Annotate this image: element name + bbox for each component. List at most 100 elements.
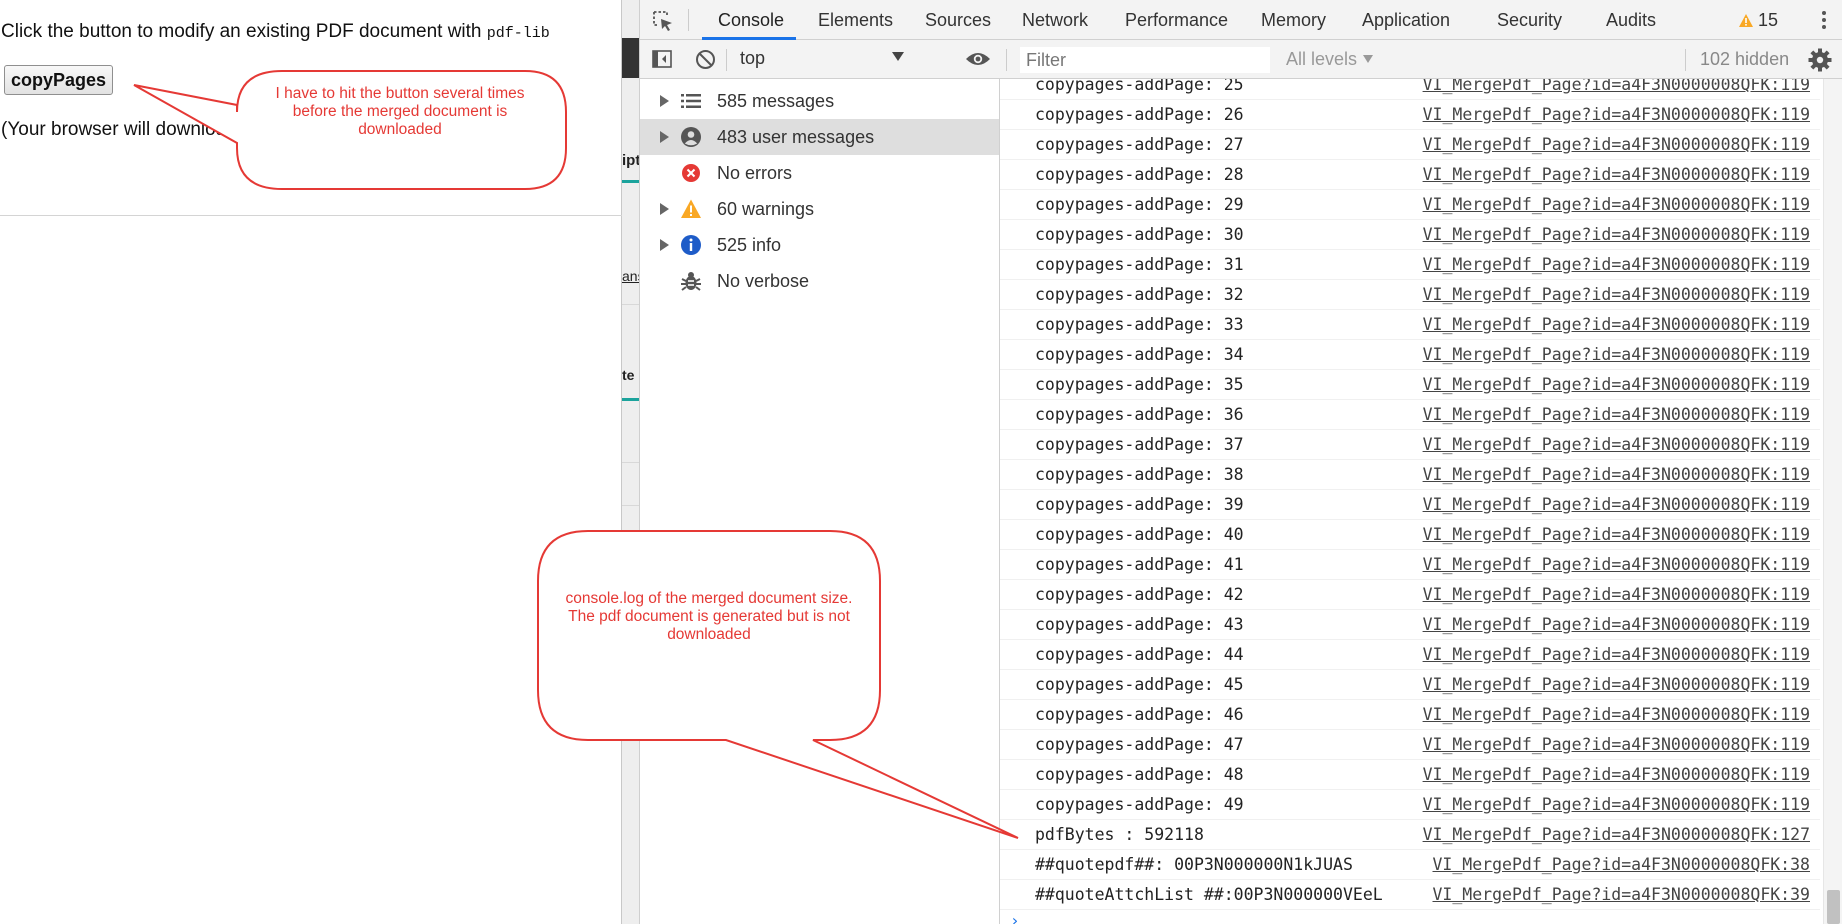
console-row: copypages-addPage: 46 VI_MergePdf_Page?id… (1000, 700, 1820, 730)
console-row: copypages-addPage: 36 VI_MergePdf_Page?id… (1000, 400, 1820, 430)
warning-icon (1739, 14, 1753, 27)
sidebar-item-user-messages[interactable]: 483 user messages (640, 119, 999, 155)
context-value: top (740, 48, 766, 68)
expand-arrow-icon[interactable] (660, 131, 669, 143)
background-text-3: te (622, 367, 635, 383)
warning-icon (681, 199, 701, 218)
tab-sources[interactable]: Sources (925, 0, 991, 40)
source-link[interactable]: VI_MergePdf_Page?id=a4F3N0000008QFK:119 (1423, 730, 1810, 760)
source-link[interactable]: VI_MergePdf_Page?id=a4F3N0000008QFK:119 (1423, 580, 1810, 610)
source-link[interactable]: VI_MergePdf_Page?id=a4F3N0000008QFK:119 (1423, 520, 1810, 550)
sidebar-item-label: No verbose (717, 271, 810, 291)
log-levels-dropdown[interactable]: All levels (1286, 40, 1374, 79)
tab-network[interactable]: Network (1022, 0, 1088, 40)
console-message: copypages-addPage: 28 (1035, 165, 1244, 184)
tab-audits[interactable]: Audits (1606, 0, 1656, 40)
source-link[interactable]: VI_MergePdf_Page?id=a4F3N0000008QFK:119 (1423, 670, 1810, 700)
context-select[interactable]: top (740, 48, 1000, 72)
source-link[interactable]: VI_MergePdf_Page?id=a4F3N0000008QFK:119 (1423, 160, 1810, 190)
console-row: ##quoteAttchList ##:00P3N000000VEeL VI_Me… (1000, 880, 1820, 910)
source-link[interactable]: VI_MergePdf_Page?id=a4F3N0000008QFK:127 (1423, 820, 1810, 850)
source-link[interactable]: VI_MergePdf_Page?id=a4F3N0000008QFK:119 (1423, 400, 1810, 430)
console-message: copypages-addPage: 39 (1035, 495, 1244, 514)
bug-icon (681, 272, 701, 291)
source-link[interactable]: VI_MergePdf_Page?id=a4F3N0000008QFK:119 (1423, 790, 1810, 820)
console-row: copypages-addPage: 41 VI_MergePdf_Page?id… (1000, 550, 1820, 580)
eye-icon[interactable] (965, 50, 991, 68)
source-link[interactable]: VI_MergePdf_Page?id=a4F3N0000008QFK:119 (1423, 640, 1810, 670)
source-link[interactable]: VI_MergePdf_Page?id=a4F3N0000008QFK:119 (1423, 370, 1810, 400)
console-prompt[interactable]: › (1010, 911, 1020, 924)
console-toolbar: top All levels 102 hidden (640, 40, 1842, 79)
sidebar-item-verbose[interactable]: No verbose (640, 263, 999, 299)
page-divider (0, 215, 622, 216)
console-row: ##quotepdf##: 00P3N000000N1kJUAS VI_Merge… (1000, 850, 1820, 880)
source-link[interactable]: VI_MergePdf_Page?id=a4F3N0000008QFK:119 (1423, 550, 1810, 580)
expand-arrow-icon[interactable] (660, 239, 669, 251)
sidebar-item-label: 60 warnings (717, 199, 815, 219)
tab-performance[interactable]: Performance (1125, 0, 1228, 40)
background-teal-line (622, 180, 639, 183)
sidebar-item-label: No errors (717, 163, 793, 183)
console-message: ##quoteAttchList ##:00P3N000000VEeL (1035, 885, 1383, 904)
tab-console[interactable]: Console (718, 0, 784, 40)
sidebar-toggle-icon[interactable] (652, 50, 672, 68)
console-row: copypages-addPage: 39 VI_MergePdf_Page?id… (1000, 490, 1820, 520)
filter-input[interactable] (1020, 47, 1270, 73)
sidebar-item-messages[interactable]: 585 messages (640, 83, 999, 119)
console-row: copypages-addPage: 33 VI_MergePdf_Page?id… (1000, 310, 1820, 340)
console-row: copypages-addPage: 32 VI_MergePdf_Page?id… (1000, 280, 1820, 310)
source-link[interactable]: VI_MergePdf_Page?id=a4F3N0000008QFK:38 (1433, 850, 1811, 880)
console-row: copypages-addPage: 26 VI_MergePdf_Page?id… (1000, 100, 1820, 130)
source-link[interactable]: VI_MergePdf_Page?id=a4F3N0000008QFK:119 (1423, 250, 1810, 280)
source-link[interactable]: VI_MergePdf_Page?id=a4F3N0000008QFK:119 (1423, 220, 1810, 250)
console-row: copypages-addPage: 48 VI_MergePdf_Page?id… (1000, 760, 1820, 790)
tab-elements[interactable]: Elements (818, 0, 893, 40)
console-row: copypages-addPage: 31 VI_MergePdf_Page?id… (1000, 250, 1820, 280)
sidebar-item-errors[interactable]: No errors (640, 155, 999, 191)
tab-application[interactable]: Application (1362, 0, 1450, 40)
console-message: copypages-addPage: 41 (1035, 555, 1244, 574)
source-link[interactable]: VI_MergePdf_Page?id=a4F3N0000008QFK:119 (1423, 760, 1810, 790)
background-text-2: ans (622, 268, 639, 284)
user-icon (681, 127, 701, 147)
console-row: copypages-addPage: 49 VI_MergePdf_Page?id… (1000, 790, 1820, 820)
source-link[interactable]: VI_MergePdf_Page?id=a4F3N0000008QFK:119 (1423, 310, 1810, 340)
source-link[interactable]: VI_MergePdf_Page?id=a4F3N0000008QFK:39 (1433, 880, 1811, 910)
source-link[interactable]: VI_MergePdf_Page?id=a4F3N0000008QFK:119 (1423, 79, 1810, 100)
tab-separator (688, 9, 689, 31)
more-options-icon[interactable] (1815, 9, 1833, 31)
console-row: copypages-addPage: 28 VI_MergePdf_Page?id… (1000, 160, 1820, 190)
clear-console-icon[interactable] (695, 49, 716, 70)
console-message: copypages-addPage: 38 (1035, 465, 1244, 484)
copy-pages-button[interactable]: copyPages (4, 65, 114, 95)
expand-arrow-icon[interactable] (660, 203, 669, 215)
source-link[interactable]: VI_MergePdf_Page?id=a4F3N0000008QFK:119 (1423, 490, 1810, 520)
source-link[interactable]: VI_MergePdf_Page?id=a4F3N0000008QFK:119 (1423, 610, 1810, 640)
background-line (622, 304, 639, 305)
source-link[interactable]: VI_MergePdf_Page?id=a4F3N0000008QFK:119 (1423, 430, 1810, 460)
source-link[interactable]: VI_MergePdf_Page?id=a4F3N0000008QFK:119 (1423, 700, 1810, 730)
console-scrollbar[interactable] (1823, 79, 1842, 924)
source-link[interactable]: VI_MergePdf_Page?id=a4F3N0000008QFK:119 (1423, 130, 1810, 160)
sidebar-item-info[interactable]: 525 info (640, 227, 999, 263)
source-link[interactable]: VI_MergePdf_Page?id=a4F3N0000008QFK:119 (1423, 100, 1810, 130)
console-message: copypages-addPage: 34 (1035, 345, 1244, 364)
source-link[interactable]: VI_MergePdf_Page?id=a4F3N0000008QFK:119 (1423, 190, 1810, 220)
sidebar-item-label: 483 user messages (717, 127, 875, 147)
console-message: copypages-addPage: 31 (1035, 255, 1244, 274)
gear-icon[interactable] (1808, 48, 1832, 72)
console-row: pdfBytes : 592118 VI_MergePdf_Page?id=a4F… (1000, 820, 1820, 850)
warning-counter[interactable]: 15 (1738, 0, 1778, 40)
tab-security[interactable]: Security (1497, 0, 1562, 40)
source-link[interactable]: VI_MergePdf_Page?id=a4F3N0000008QFK:119 (1423, 280, 1810, 310)
inspect-element-icon[interactable] (652, 10, 674, 32)
expand-arrow-icon[interactable] (660, 95, 669, 107)
sidebar-item-warnings[interactable]: 60 warnings (640, 191, 999, 227)
tab-memory[interactable]: Memory (1261, 0, 1326, 40)
source-link[interactable]: VI_MergePdf_Page?id=a4F3N0000008QFK:119 (1423, 340, 1810, 370)
scrollbar-thumb[interactable] (1827, 890, 1840, 924)
source-link[interactable]: VI_MergePdf_Page?id=a4F3N0000008QFK:119 (1423, 460, 1810, 490)
console-message: copypages-addPage: 48 (1035, 765, 1244, 784)
console-row: copypages-addPage: 37 VI_MergePdf_Page?id… (1000, 430, 1820, 460)
